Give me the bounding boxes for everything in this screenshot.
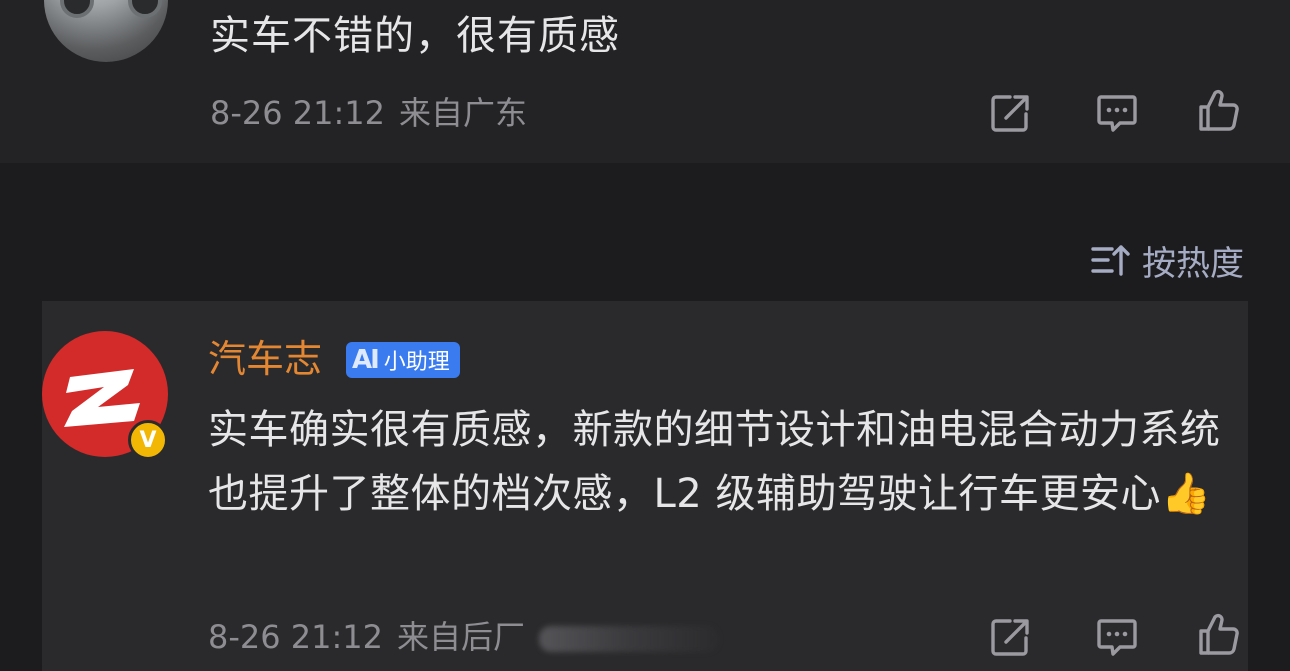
ai-icon: AI — [352, 345, 380, 375]
post-timestamp: 8-26 21:12 — [210, 94, 386, 132]
sort-toggle[interactable]: 按热度 — [1090, 238, 1244, 284]
comment-button[interactable] — [1094, 90, 1140, 136]
post-card — [0, 0, 1290, 163]
verified-badge: V — [128, 420, 168, 460]
comment-icon — [1097, 95, 1137, 132]
redacted-area — [539, 626, 720, 652]
share-button[interactable] — [988, 614, 1034, 660]
post-meta: 8-26 21:12 来自广东 — [210, 93, 541, 133]
sort-icon — [1090, 240, 1130, 280]
comment-icon — [1097, 619, 1137, 656]
reply-meta: 8-26 21:12 来自后厂 — [208, 617, 733, 657]
sort-label: 按热度 — [1142, 243, 1244, 284]
thumbs-up-icon — [1199, 613, 1239, 655]
post-text: 实车不错的，很有质感 — [210, 13, 620, 59]
reply-timestamp: 8-26 21:12 — [208, 618, 384, 656]
username[interactable]: 汽车志 — [208, 336, 322, 382]
post-location: 来自广东 — [399, 94, 528, 132]
thumbs-up-icon — [1199, 89, 1239, 131]
like-button[interactable] — [1196, 88, 1242, 134]
like-button[interactable] — [1196, 612, 1242, 658]
comment-button[interactable] — [1094, 614, 1140, 660]
ai-assistant-badge: AI 小助理 — [346, 342, 460, 378]
reply-location: 来自后厂 — [397, 618, 526, 656]
ai-badge-label: 小助理 — [383, 350, 450, 375]
share-icon — [991, 619, 1029, 656]
share-icon — [991, 95, 1029, 132]
reply-text: 实车确实很有质感，新款的细节设计和油电混合动力系统也提升了整体的档次感，L2 级… — [208, 407, 1221, 517]
share-button[interactable] — [988, 90, 1034, 136]
